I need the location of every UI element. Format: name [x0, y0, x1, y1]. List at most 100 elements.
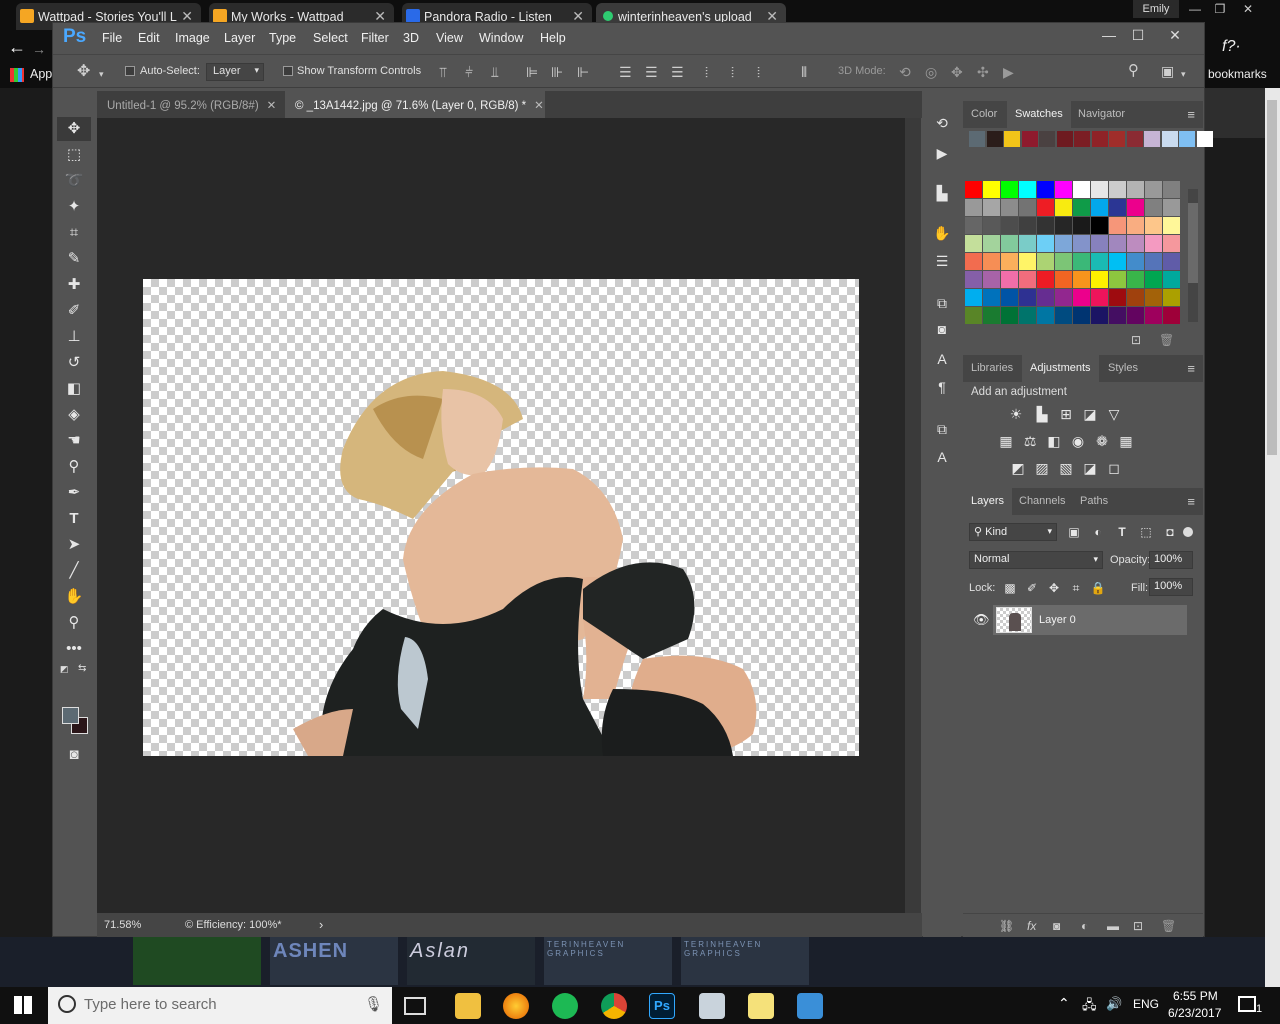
- distribute-left-icon[interactable]: ⦙: [705, 65, 708, 79]
- swatch[interactable]: [1073, 289, 1090, 306]
- sticky-notes-icon[interactable]: [748, 993, 774, 1019]
- maximize-icon[interactable]: ☐: [1124, 25, 1152, 45]
- levels-icon[interactable]: ▙: [1033, 405, 1051, 423]
- chevron-down-icon[interactable]: ▾: [99, 67, 104, 81]
- swatch[interactable]: [1055, 235, 1072, 252]
- swatch[interactable]: [1019, 235, 1036, 252]
- pen-tool-icon[interactable]: ✒: [57, 481, 91, 505]
- swatch[interactable]: [1127, 253, 1144, 270]
- auto-align-icon[interactable]: ⦀: [801, 65, 807, 79]
- restore-icon[interactable]: ❐: [1208, 0, 1232, 18]
- tab-untitled-1[interactable]: Untitled-1 @ 95.2% (RGB/8#) ✕: [97, 91, 283, 118]
- selective-color-icon[interactable]: ◪: [1081, 459, 1099, 477]
- web-scrollbar-thumb[interactable]: [1267, 100, 1277, 455]
- swatch[interactable]: [1073, 199, 1090, 216]
- swatch[interactable]: [1001, 289, 1018, 306]
- align-hcenter-icon[interactable]: ⊪: [551, 65, 563, 79]
- swatch[interactable]: [1145, 253, 1162, 270]
- curves-icon[interactable]: ⊞: [1057, 405, 1075, 423]
- align-left-icon[interactable]: ⊫: [526, 65, 538, 79]
- swatch[interactable]: [1073, 217, 1090, 234]
- swatch[interactable]: [1109, 217, 1126, 234]
- swatch[interactable]: [1163, 307, 1180, 324]
- magic-wand-icon[interactable]: ✦: [57, 195, 91, 219]
- swatch[interactable]: [1055, 253, 1072, 270]
- fill-input[interactable]: 100%: [1149, 578, 1193, 596]
- swatch[interactable]: [1037, 271, 1054, 288]
- histogram-icon[interactable]: ▙: [932, 183, 952, 203]
- volume-icon[interactable]: 🔊: [1106, 996, 1122, 1012]
- swatch[interactable]: [1163, 289, 1180, 306]
- tab-navigator[interactable]: Navigator: [1070, 101, 1133, 128]
- close-icon[interactable]: ✕: [1236, 0, 1260, 18]
- swatch[interactable]: [1127, 235, 1144, 252]
- mail-app-icon[interactable]: [699, 993, 725, 1019]
- swatch[interactable]: [1145, 307, 1162, 324]
- lock-transparent-icon[interactable]: ▩: [1001, 579, 1019, 597]
- clock-date[interactable]: 6/23/2017: [1168, 1006, 1221, 1020]
- character-icon[interactable]: A: [932, 349, 952, 369]
- gradient-icon[interactable]: ◻: [1105, 459, 1123, 477]
- swatch[interactable]: [1073, 235, 1090, 252]
- panel-menu-icon[interactable]: ≡: [1187, 107, 1195, 122]
- swatch[interactable]: [983, 217, 1000, 234]
- move-tool-icon[interactable]: ✥: [77, 64, 90, 80]
- language-indicator[interactable]: ENG: [1133, 997, 1159, 1011]
- invert-icon[interactable]: ◩: [1009, 459, 1027, 477]
- fx-icon[interactable]: fx: [1027, 919, 1036, 933]
- minimize-icon[interactable]: —: [1183, 0, 1207, 18]
- filter-type-icon[interactable]: T: [1113, 523, 1131, 541]
- swatch[interactable]: [965, 307, 982, 324]
- swatch[interactable]: [1019, 307, 1036, 324]
- swatch[interactable]: [1001, 253, 1018, 270]
- swatch[interactable]: [1127, 199, 1144, 216]
- swatch[interactable]: [983, 271, 1000, 288]
- path-selection-icon[interactable]: ➤: [57, 533, 91, 557]
- dodge-tool-icon[interactable]: ⚲: [57, 455, 91, 479]
- smudge-tool-icon[interactable]: ☚: [57, 429, 91, 453]
- swatch[interactable]: [1037, 181, 1054, 198]
- menu-help[interactable]: Help: [540, 31, 566, 45]
- swatch[interactable]: [1109, 307, 1126, 324]
- swatch[interactable]: [1055, 289, 1072, 306]
- clone-stamp-icon[interactable]: ⊥: [57, 325, 91, 349]
- menu-select[interactable]: Select: [313, 31, 348, 45]
- hand-tool-icon[interactable]: ✋: [57, 585, 91, 609]
- swatch[interactable]: [1091, 271, 1108, 288]
- tab-adjustments[interactable]: Adjustments: [1022, 355, 1099, 382]
- control-panel-icon[interactable]: [797, 993, 823, 1019]
- tab-libraries[interactable]: Libraries: [963, 355, 1021, 382]
- filter-adjustment-icon[interactable]: ◐: [1089, 523, 1107, 541]
- chevron-down-icon[interactable]: ▾: [1181, 67, 1186, 81]
- swatch[interactable]: [1055, 199, 1072, 216]
- document-canvas[interactable]: [143, 279, 859, 756]
- new-layer-icon[interactable]: ⊡: [1133, 919, 1143, 933]
- zoom-tool-icon[interactable]: ⚲: [57, 611, 91, 635]
- close-icon[interactable]: ✕: [1161, 25, 1189, 45]
- history-icon[interactable]: ⟲: [932, 113, 952, 133]
- vibrance-icon[interactable]: ▦: [997, 432, 1015, 450]
- swatch[interactable]: [1056, 131, 1073, 147]
- swatch[interactable]: [1109, 289, 1126, 306]
- properties-icon[interactable]: ☰: [932, 251, 952, 271]
- swatch[interactable]: [1109, 131, 1125, 147]
- brush-presets-icon[interactable]: ✋: [932, 223, 952, 243]
- swatch[interactable]: [1037, 217, 1054, 234]
- swatch[interactable]: [986, 131, 1003, 147]
- marquee-tool-icon[interactable]: ⬚: [57, 143, 91, 167]
- chevron-up-icon[interactable]: ⌃: [1058, 995, 1070, 1012]
- menu-file[interactable]: File: [102, 31, 122, 45]
- tab-paths[interactable]: Paths: [1072, 488, 1116, 515]
- swatch[interactable]: [1127, 307, 1144, 324]
- transform-controls-checkbox[interactable]: [283, 66, 293, 76]
- swatch[interactable]: [983, 307, 1000, 324]
- lock-all-icon[interactable]: 🔒: [1089, 579, 1107, 597]
- type-tool-icon[interactable]: T: [57, 507, 91, 531]
- distribute-hcenter-icon[interactable]: ⦙: [731, 65, 734, 79]
- swatch[interactable]: [1019, 181, 1036, 198]
- swatch[interactable]: [1055, 181, 1072, 198]
- swatch[interactable]: [1073, 307, 1090, 324]
- spotify-icon[interactable]: [552, 993, 578, 1019]
- actions-icon[interactable]: ▶: [932, 143, 952, 163]
- threshold-icon[interactable]: ▧: [1057, 459, 1075, 477]
